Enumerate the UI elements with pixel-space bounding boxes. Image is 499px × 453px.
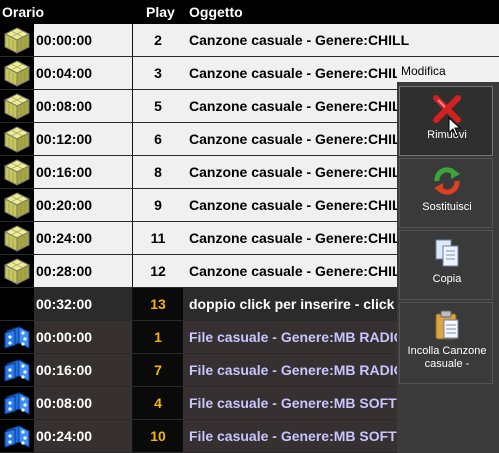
row-play-number: 11 — [133, 222, 183, 254]
menu-item-label: Sostituisci — [422, 201, 472, 213]
row-play-number: 12 — [133, 255, 183, 287]
context-menu: Modifica Rimuovi Sostituisci Copia Incol… — [397, 60, 499, 453]
row-object: Canzone casuale - Genere:CHILL — [183, 24, 499, 56]
yellow-cube-icon — [0, 156, 34, 188]
blue-dice-icon — [0, 354, 34, 386]
menu-item-sostituisci[interactable]: Sostituisci — [399, 158, 493, 228]
list-header: Orario Play Oggetto — [0, 0, 499, 24]
row-time: 00:32:00 — [34, 288, 132, 320]
row-time: 00:16:00 — [34, 354, 132, 386]
mouse-cursor-icon — [448, 117, 462, 137]
row-time: 00:00:00 — [34, 24, 132, 56]
blue-dice-icon — [0, 387, 34, 419]
paste-icon — [435, 310, 459, 340]
yellow-cube-icon — [0, 24, 34, 56]
yellow-cube-icon — [0, 189, 34, 221]
row-time: 00:00:00 — [34, 321, 132, 353]
replace-arrows-icon — [434, 167, 460, 195]
row-time: 00:24:00 — [34, 222, 132, 254]
row-play-number: 9 — [133, 189, 183, 221]
column-header-oggetto[interactable]: Oggetto — [189, 4, 243, 20]
row-time: 00:28:00 — [34, 255, 132, 287]
row-play-number: 7 — [133, 354, 183, 386]
yellow-cube-icon — [0, 123, 34, 155]
yellow-cube-icon — [0, 222, 34, 254]
row-time: 00:20:00 — [34, 189, 132, 221]
yellow-cube-icon — [0, 255, 34, 287]
empty-icon-cell — [0, 288, 34, 320]
menu-item-incolla[interactable]: Incolla Canzone casuale - Genere:CHILL — [399, 302, 493, 384]
row-play-number: 8 — [133, 156, 183, 188]
menu-item-label: Copia — [432, 273, 462, 285]
context-menu-title: Modifica — [397, 60, 499, 82]
row-play-number: 1 — [133, 321, 183, 353]
table-row[interactable]: 00:00:00 2 Canzone casuale - Genere:CHILL — [0, 24, 499, 57]
menu-item-label: Rimuovi — [427, 129, 467, 141]
menu-item-label: Incolla Canzone casuale - Genere:CHILL — [407, 345, 487, 370]
row-play-number: 4 — [133, 387, 183, 419]
row-time: 00:08:00 — [34, 90, 132, 122]
column-header-orario[interactable]: Orario — [2, 4, 44, 20]
row-play-number: 13 — [133, 288, 183, 320]
copy-icon — [435, 239, 459, 267]
yellow-cube-icon — [0, 57, 34, 89]
menu-item-rimuovi[interactable]: Rimuovi — [399, 86, 493, 156]
menu-item-copia[interactable]: Copia — [399, 230, 493, 300]
row-play-number: 6 — [133, 123, 183, 155]
row-play-number: 3 — [133, 57, 183, 89]
blue-dice-icon — [0, 321, 34, 353]
row-play-number: 2 — [133, 24, 183, 56]
row-time: 00:12:00 — [34, 123, 132, 155]
row-time: 00:04:00 — [34, 57, 132, 89]
row-play-number: 5 — [133, 90, 183, 122]
column-header-play[interactable]: Play — [146, 4, 175, 20]
row-play-number: 10 — [133, 420, 183, 452]
blue-dice-icon — [0, 420, 34, 452]
yellow-cube-icon — [0, 90, 34, 122]
row-time: 00:16:00 — [34, 156, 132, 188]
row-time: 00:08:00 — [34, 387, 132, 419]
row-time: 00:24:00 — [34, 420, 132, 452]
